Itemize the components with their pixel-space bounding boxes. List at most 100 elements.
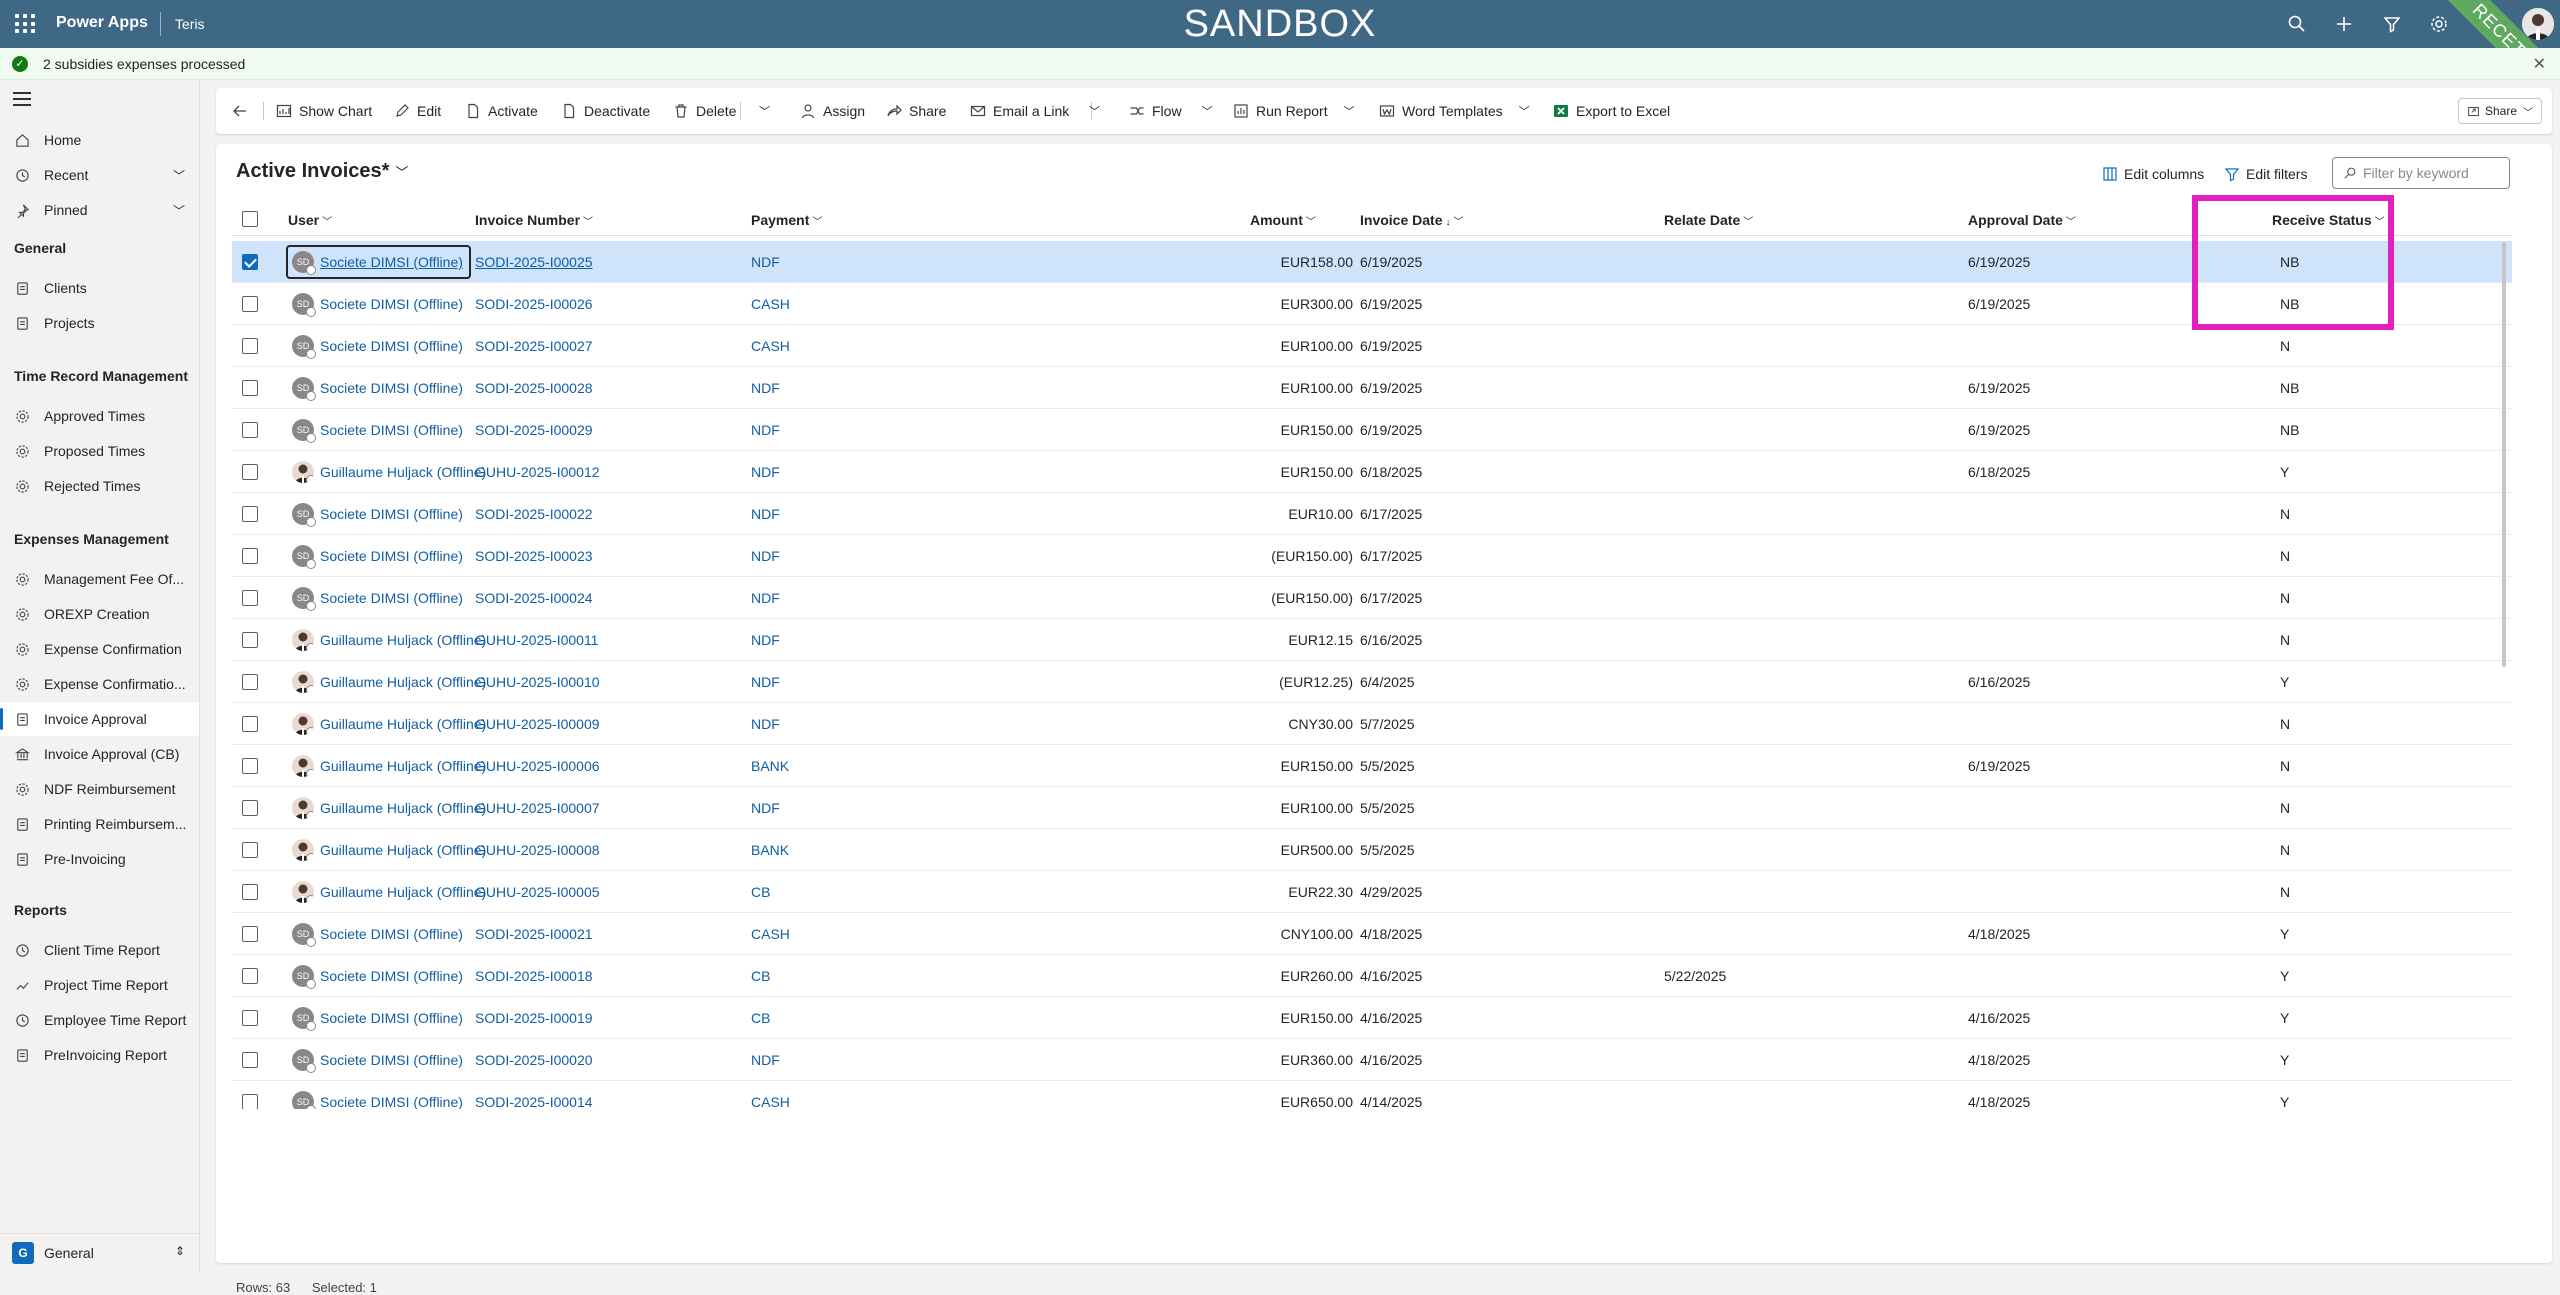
table-row[interactable]: Guillaume Huljack (Offline) GUHU-2025-I00…: [232, 661, 2512, 703]
sidebar-item-rejected-times[interactable]: Rejected Times: [0, 469, 199, 503]
invoice-number-link[interactable]: SODI-2025-I00026: [475, 296, 593, 312]
table-row[interactable]: SD Societe DIMSI (Offline) SODI-2025-I0001…: [232, 1081, 2512, 1109]
invoice-number-link[interactable]: GUHU-2025-I00005: [475, 884, 600, 900]
payment-link[interactable]: NDF: [751, 380, 780, 396]
user-cell[interactable]: SD Societe DIMSI (Offline): [288, 373, 469, 403]
sidebar-item-expense-confirmation[interactable]: Expense Confirmation: [0, 632, 199, 666]
row-checkbox[interactable]: [242, 296, 258, 312]
user-cell[interactable]: Guillaume Huljack (Offline): [288, 709, 492, 739]
export-excel-button[interactable]: Export to Excel: [1553, 88, 1670, 134]
user-cell[interactable]: SD Societe DIMSI (Offline): [288, 583, 469, 613]
view-selector[interactable]: Active Invoices* ﹀: [236, 160, 408, 183]
select-all-checkbox[interactable]: [242, 211, 258, 227]
close-icon[interactable]: ✕: [2533, 54, 2546, 74]
user-cell[interactable]: SD Societe DIMSI (Offline): [288, 919, 469, 949]
area-switcher[interactable]: G General ⇕: [0, 1233, 199, 1271]
delete-button[interactable]: Delete: [673, 88, 736, 134]
table-row[interactable]: Guillaume Huljack (Offline) GUHU-2025-I00…: [232, 787, 2512, 829]
table-row[interactable]: Guillaume Huljack (Offline) GUHU-2025-I00…: [232, 829, 2512, 871]
sidebar-item-pinned[interactable]: Pinned ﹀: [0, 193, 199, 227]
user-link[interactable]: Societe DIMSI (Offline): [320, 1052, 463, 1068]
user-link[interactable]: Guillaume Huljack (Offline): [320, 716, 486, 732]
invoice-number-link[interactable]: SODI-2025-I00021: [475, 926, 593, 942]
plus-icon[interactable]: [2332, 12, 2356, 36]
payment-link[interactable]: CB: [751, 884, 770, 900]
payment-link[interactable]: NDF: [751, 716, 780, 732]
table-row[interactable]: Guillaume Huljack (Offline) GUHU-2025-I00…: [232, 871, 2512, 913]
sidebar-item-proposed-times[interactable]: Proposed Times: [0, 434, 199, 468]
table-row[interactable]: Guillaume Huljack (Offline) GUHU-2025-I00…: [232, 619, 2512, 661]
vertical-scrollbar[interactable]: [2502, 242, 2506, 667]
user-link[interactable]: Societe DIMSI (Offline): [320, 254, 463, 270]
user-cell[interactable]: Guillaume Huljack (Offline): [288, 457, 492, 487]
user-link[interactable]: Societe DIMSI (Offline): [320, 1094, 463, 1109]
sidebar-item-printing-reimbursement[interactable]: Printing Reimbursem...: [0, 807, 199, 841]
row-checkbox[interactable]: [242, 1010, 258, 1026]
table-row[interactable]: SD Societe DIMSI (Offline) SODI-2025-I0002…: [232, 493, 2512, 535]
invoice-number-link[interactable]: SODI-2025-I00020: [475, 1052, 593, 1068]
column-header-receive-status[interactable]: Receive Status ﹀: [2272, 212, 2385, 228]
edit-columns-button[interactable]: Edit columns: [2102, 162, 2204, 186]
row-checkbox[interactable]: [242, 716, 258, 732]
user-link[interactable]: Societe DIMSI (Offline): [320, 296, 463, 312]
table-row[interactable]: SD Societe DIMSI (Offline) SODI-2025-I0002…: [232, 367, 2512, 409]
user-cell[interactable]: SD Societe DIMSI (Offline): [288, 499, 469, 529]
payment-link[interactable]: NDF: [751, 548, 780, 564]
user-cell[interactable]: SD Societe DIMSI (Offline): [288, 961, 469, 991]
payment-link[interactable]: NDF: [751, 632, 780, 648]
sidebar-item-client-time-report[interactable]: Client Time Report: [0, 933, 199, 967]
user-cell[interactable]: SD Societe DIMSI (Offline): [286, 245, 471, 279]
payment-link[interactable]: NDF: [751, 590, 780, 606]
user-link[interactable]: Societe DIMSI (Offline): [320, 968, 463, 984]
filter-keyword-input[interactable]: Filter by keyword: [2332, 157, 2510, 189]
user-link[interactable]: Societe DIMSI (Offline): [320, 590, 463, 606]
sidebar-item-home[interactable]: Home: [0, 123, 199, 157]
back-button[interactable]: [232, 88, 255, 134]
invoice-number-link[interactable]: SODI-2025-I00023: [475, 548, 593, 564]
row-checkbox[interactable]: [242, 968, 258, 984]
app-name[interactable]: Power Apps: [56, 14, 148, 32]
payment-link[interactable]: CB: [751, 1010, 770, 1026]
invoice-number-link[interactable]: SODI-2025-I00025: [475, 254, 593, 270]
payment-link[interactable]: CB: [751, 968, 770, 984]
column-header-invoice-date[interactable]: Invoice Date ↓ ﹀: [1360, 212, 1463, 228]
invoice-number-link[interactable]: SODI-2025-I00014: [475, 1094, 593, 1109]
sidebar-item-invoice-approval-cb[interactable]: Invoice Approval (CB): [0, 737, 199, 771]
table-row[interactable]: Guillaume Huljack (Offline) GUHU-2025-I00…: [232, 745, 2512, 787]
invoice-number-link[interactable]: SODI-2025-I00019: [475, 1010, 593, 1026]
user-link[interactable]: Guillaume Huljack (Offline): [320, 464, 486, 480]
activate-button[interactable]: Activate: [465, 88, 538, 134]
invoice-number-link[interactable]: SODI-2025-I00028: [475, 380, 593, 396]
sidebar-item-invoice-approval[interactable]: Invoice Approval: [0, 702, 199, 736]
user-cell[interactable]: SD Societe DIMSI (Offline): [288, 331, 469, 361]
user-link[interactable]: Guillaume Huljack (Offline): [320, 674, 486, 690]
payment-link[interactable]: NDF: [751, 464, 780, 480]
table-row[interactable]: SD Societe DIMSI (Offline) SODI-2025-I0002…: [232, 325, 2512, 367]
payment-link[interactable]: NDF: [751, 254, 780, 270]
email-link-chevron[interactable]: ﹀: [1089, 88, 1100, 134]
table-row[interactable]: SD Societe DIMSI (Offline) SODI-2025-I0002…: [232, 577, 2512, 619]
email-link-button[interactable]: Email a Link: [970, 88, 1069, 134]
invoice-number-link[interactable]: SODI-2025-I00022: [475, 506, 593, 522]
row-checkbox[interactable]: [242, 674, 258, 690]
payment-link[interactable]: NDF: [751, 1052, 780, 1068]
user-link[interactable]: Societe DIMSI (Offline): [320, 1010, 463, 1026]
column-header-amount[interactable]: Amount ﹀: [1250, 212, 1316, 228]
user-cell[interactable]: SD Societe DIMSI (Offline): [288, 415, 469, 445]
invoice-number-link[interactable]: GUHU-2025-I00009: [475, 716, 600, 732]
row-checkbox[interactable]: [242, 464, 258, 480]
user-cell[interactable]: SD Societe DIMSI (Offline): [288, 1003, 469, 1033]
user-cell[interactable]: Guillaume Huljack (Offline): [288, 751, 492, 781]
user-cell[interactable]: Guillaume Huljack (Offline): [288, 877, 492, 907]
user-cell[interactable]: SD Societe DIMSI (Offline): [288, 1045, 469, 1075]
payment-link[interactable]: BANK: [751, 842, 789, 858]
user-link[interactable]: Guillaume Huljack (Offline): [320, 632, 486, 648]
hamburger-menu-icon[interactable]: [13, 92, 31, 106]
sidebar-item-preinvoicing-report[interactable]: PreInvoicing Report: [0, 1038, 199, 1072]
chevron-down-icon[interactable]: ﹀: [173, 202, 185, 219]
row-checkbox[interactable]: [242, 506, 258, 522]
invoice-number-link[interactable]: SODI-2025-I00024: [475, 590, 593, 606]
payment-link[interactable]: CASH: [751, 1094, 790, 1109]
chevron-down-icon[interactable]: ﹀: [173, 167, 185, 184]
invoice-number-link[interactable]: SODI-2025-I00027: [475, 338, 593, 354]
